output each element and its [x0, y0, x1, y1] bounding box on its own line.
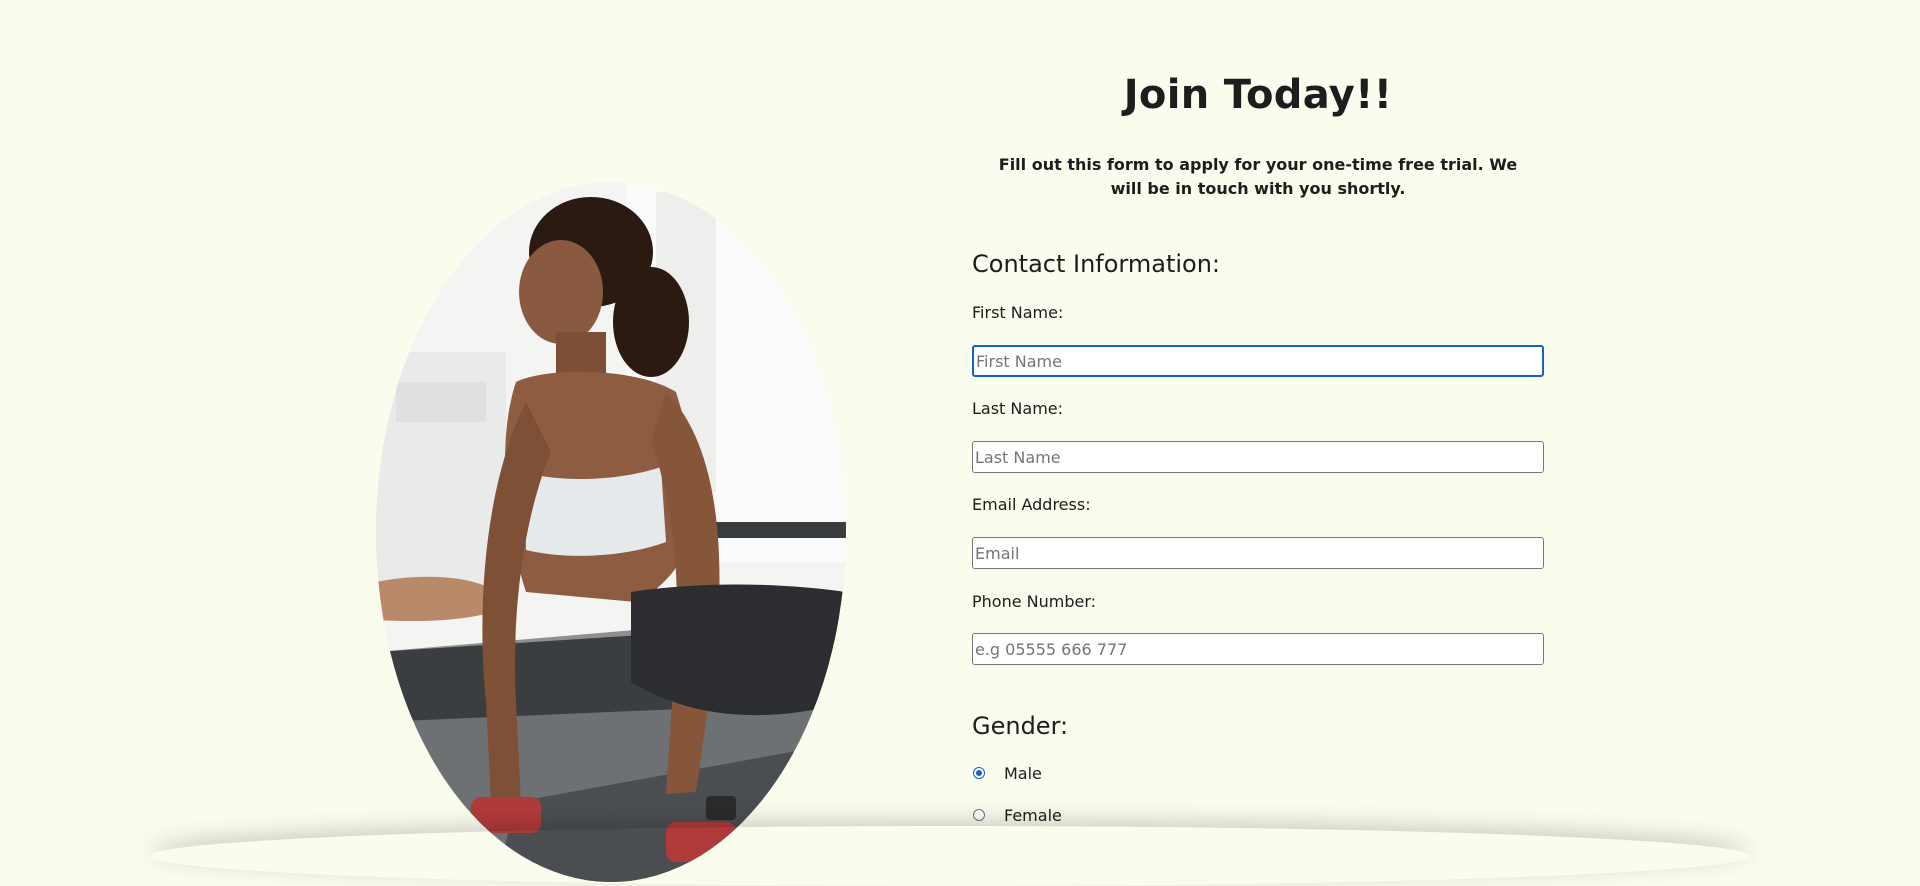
intro-text: Fill out this form to apply for your one…: [998, 155, 1518, 198]
last-name-input[interactable]: [972, 441, 1544, 473]
first-name-input[interactable]: [972, 345, 1544, 377]
gender-heading: Gender:: [972, 712, 1069, 740]
gender-option-male[interactable]: Male: [972, 762, 1042, 784]
email-input[interactable]: [972, 537, 1544, 569]
bottom-shadow: [150, 826, 1750, 886]
email-label: Email Address:: [972, 495, 1091, 514]
phone-label: Phone Number:: [972, 592, 1097, 611]
phone-input[interactable]: [972, 633, 1544, 665]
last-name-label: Last Name:: [972, 399, 1064, 418]
first-name-label: First Name:: [972, 303, 1064, 322]
contact-heading: Contact Information:: [972, 250, 1221, 278]
gender-option-female[interactable]: Female: [972, 804, 1062, 826]
woman-exercising-illustration: [376, 182, 846, 882]
male-radio[interactable]: [973, 767, 985, 779]
female-radio[interactable]: [973, 809, 985, 821]
page-title: Join Today!!: [1123, 72, 1393, 118]
female-label: Female: [1004, 805, 1062, 825]
woman-exercising-image: [376, 182, 846, 882]
male-label: Male: [1004, 763, 1042, 783]
